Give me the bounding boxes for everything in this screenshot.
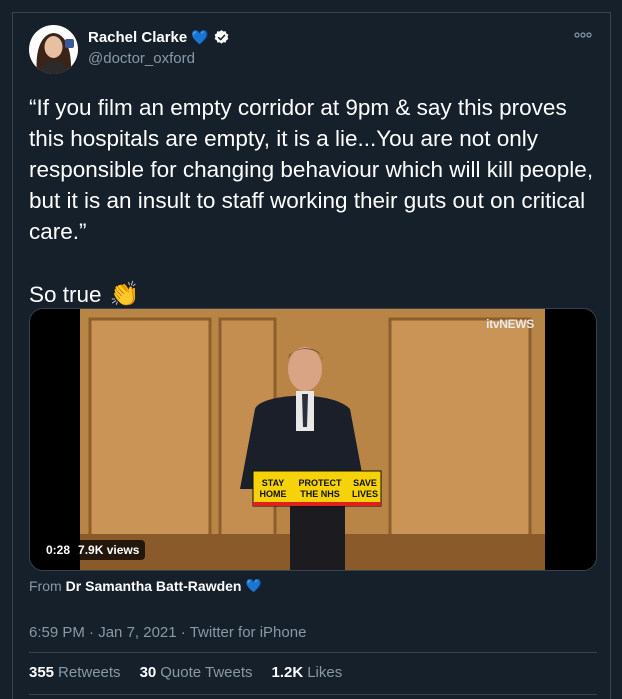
- source-account-link[interactable]: Dr Samantha Batt-Rawden: [66, 578, 242, 594]
- divider: [29, 694, 597, 695]
- verified-badge-icon: [213, 29, 230, 46]
- channel-logo: itvNEWS: [486, 317, 534, 331]
- divider: [29, 652, 597, 653]
- quotes-label: Quote Tweets: [160, 664, 253, 681]
- tweet-text: “If you film an empty corridor at 9pm & …: [29, 95, 600, 244]
- tweet-text-line-2: So true 👏: [29, 279, 139, 310]
- quotes-count: 30: [139, 664, 157, 681]
- svg-text:PROTECT: PROTECT: [298, 478, 342, 488]
- tweet-header: Rachel Clarke 💙 @doctor_oxford: [29, 25, 595, 77]
- name-line: Rachel Clarke 💙: [88, 29, 230, 46]
- likes-stat[interactable]: 1.2K Likes: [272, 664, 343, 681]
- engagement-stats: 355 Retweets 30 Quote Tweets 1.2K Likes: [29, 664, 342, 681]
- so-true-text: So true: [29, 282, 102, 307]
- likes-count: 1.2K: [271, 664, 304, 681]
- video-views: 7.9K views: [78, 543, 140, 557]
- avatar[interactable]: [29, 25, 78, 74]
- meta-separator: ·: [89, 624, 95, 641]
- video-source: From Dr Samantha Batt-Rawden 💙: [29, 578, 262, 594]
- clapping-hands-emoji: 👏: [109, 281, 140, 308]
- user-handle[interactable]: @doctor_oxford: [88, 50, 195, 67]
- svg-text:THE NHS: THE NHS: [300, 489, 340, 499]
- tweet-meta: 6:59 PM · Jan 7, 2021 · Twitter for iPho…: [29, 624, 306, 641]
- video-player[interactable]: STAY HOME PROTECT THE NHS SAVE LIVES itvNEW…: [29, 308, 597, 571]
- svg-text:HOME: HOME: [260, 489, 287, 499]
- blue-heart-emoji: 💙: [191, 29, 209, 45]
- svg-text:STAY: STAY: [262, 478, 285, 488]
- blue-heart-emoji: 💙: [245, 578, 262, 593]
- video-duration: 0:28: [46, 543, 71, 557]
- tweet-date-link[interactable]: Jan 7, 2021: [98, 624, 176, 641]
- retweets-count: 355: [29, 664, 55, 681]
- retweets-label: Retweets: [58, 664, 121, 681]
- video-info-badge: 0:28 7.9K views: [40, 540, 146, 560]
- video-frame: STAYHOME PROTECTTHE NHS SAVELIVES: [30, 309, 596, 570]
- display-name[interactable]: Rachel Clarke: [88, 29, 187, 46]
- more-options-icon[interactable]: [571, 25, 595, 45]
- svg-text:LIVES: LIVES: [352, 489, 378, 499]
- svg-text:SAVE: SAVE: [353, 478, 377, 488]
- from-label: From: [29, 578, 62, 594]
- quote-tweets-stat[interactable]: 30 Quote Tweets: [140, 664, 253, 681]
- meta-separator: ·: [180, 624, 186, 641]
- tweet-time-link[interactable]: 6:59 PM: [29, 624, 85, 641]
- retweets-stat[interactable]: 355 Retweets: [29, 664, 121, 681]
- tweet-client-link[interactable]: Twitter for iPhone: [190, 624, 307, 641]
- tweet-card: Rachel Clarke 💙 @doctor_oxford “If you f…: [12, 12, 611, 699]
- likes-label: Likes: [307, 664, 343, 681]
